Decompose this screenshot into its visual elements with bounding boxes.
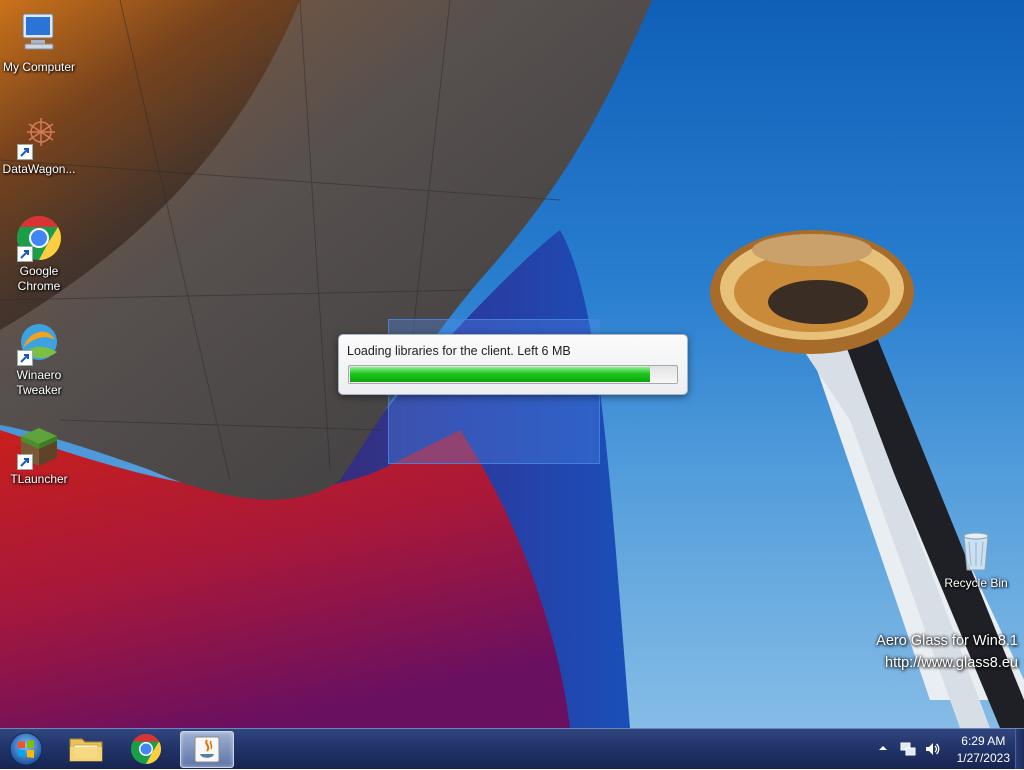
icon-label: Recycle Bin (944, 576, 1008, 590)
watermark-line2: http://www.glass8.eu (885, 655, 1018, 671)
system-tray: 6:29 AM 1/27/2023 (874, 729, 1024, 769)
desktop-icon-datawagon[interactable]: DataWagon... (0, 112, 79, 177)
desktop-icon-tlauncher[interactable]: TLauncher (0, 422, 79, 487)
taskbar-file-explorer-button[interactable] (60, 731, 112, 766)
chrome-icon (131, 734, 162, 764)
shortcut-arrow-icon (17, 246, 33, 262)
network-icon[interactable] (900, 741, 916, 757)
clock[interactable]: 6:29 AM 1/27/2023 (957, 733, 1010, 767)
desktop-icon-my-computer[interactable]: My Computer (0, 10, 79, 75)
aero-glass-watermark: Aero Glass for Win8.1 http://www.glass8.… (876, 630, 1018, 674)
computer-icon (15, 10, 63, 58)
start-orb-icon (9, 732, 43, 766)
chrome-icon (15, 214, 63, 262)
icon-label: DataWagon... (2, 162, 76, 176)
show-desktop-button[interactable] (1015, 729, 1024, 769)
watermark-line1: Aero Glass for Win8.1 (876, 633, 1018, 649)
icon-label: Google Chrome (17, 264, 61, 293)
loading-dialog: Loading libraries for the client. Left 6… (338, 334, 688, 395)
start-button[interactable] (6, 731, 46, 767)
show-hidden-icons-arrow[interactable] (878, 743, 888, 753)
desktop-icon-recycle-bin[interactable]: Recycle Bin (936, 526, 1016, 591)
loading-message: Loading libraries for the client. Left 6… (347, 344, 571, 358)
grass-block-icon (15, 422, 63, 470)
desktop-icon-winaero-tweaker[interactable]: Winaero Tweaker (0, 318, 79, 398)
icon-label: My Computer (2, 60, 76, 74)
taskbar-chrome-button[interactable] (120, 731, 172, 766)
icon-label: Winaero Tweaker (16, 368, 62, 397)
desktop-icon-google-chrome[interactable]: Google Chrome (0, 214, 79, 294)
icon-label: TLauncher (10, 472, 68, 486)
shortcut-arrow-icon (17, 454, 33, 470)
file-explorer-icon (69, 738, 103, 762)
taskbar: 6:29 AM 1/27/2023 (0, 728, 1024, 769)
progress-bar-fill (350, 367, 650, 382)
clock-date: 1/27/2023 (956, 751, 1010, 765)
datawagon-icon (15, 112, 63, 160)
clock-time: 6:29 AM (961, 734, 1006, 748)
winaero-icon (15, 318, 63, 366)
progress-bar (348, 365, 678, 384)
shortcut-arrow-icon (17, 350, 33, 366)
taskbar-java-button[interactable] (180, 731, 234, 768)
java-icon (194, 736, 220, 763)
volume-icon[interactable] (924, 741, 940, 757)
recycle-bin-icon (952, 526, 1000, 574)
shortcut-arrow-icon (17, 144, 33, 160)
desktop[interactable]: My Computer DataWagon... Google Chrome W… (0, 0, 1024, 728)
